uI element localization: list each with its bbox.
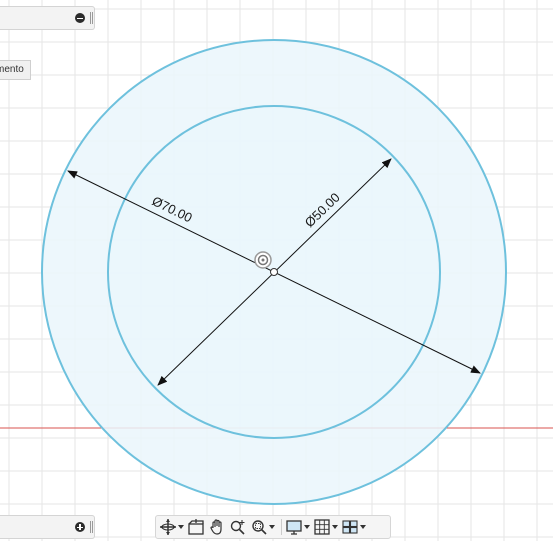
pan-icon [210,519,222,535]
sketch-canvas[interactable]: Ø70.00 Ø50.00 [0,0,553,541]
sketch-origin-icon[interactable] [254,251,272,269]
look-at-icon [188,519,204,535]
display-settings-icon [286,520,302,535]
zoom-icon [230,520,245,535]
grid-settings-button[interactable] [313,517,338,537]
orbit-button[interactable] [159,517,184,537]
viewports-button[interactable] [341,517,366,537]
browser-panel-header[interactable] [0,6,95,30]
expand-panel-button[interactable] [75,522,85,532]
comments-panel-header[interactable] [0,515,95,539]
panel-grip-icon[interactable] [90,12,91,24]
orbit-icon [160,519,176,535]
center-point[interactable] [270,268,278,276]
navigation-toolbar [155,515,391,539]
fit-button[interactable] [250,517,275,537]
sketch-viewport[interactable]: Ø70.00 Ø50.00 [0,0,553,541]
grid-settings-icon [314,519,330,535]
collapse-panel-button[interactable] [75,13,85,23]
fit-icon [252,520,267,535]
pan-button[interactable] [208,517,226,537]
look-at-button[interactable] [187,517,205,537]
panel-grip-icon[interactable] [90,521,91,533]
viewports-icon [342,520,358,534]
partial-panel-label[interactable]: mento [0,60,31,80]
zoom-button[interactable] [229,517,247,537]
display-settings-button[interactable] [285,517,310,537]
